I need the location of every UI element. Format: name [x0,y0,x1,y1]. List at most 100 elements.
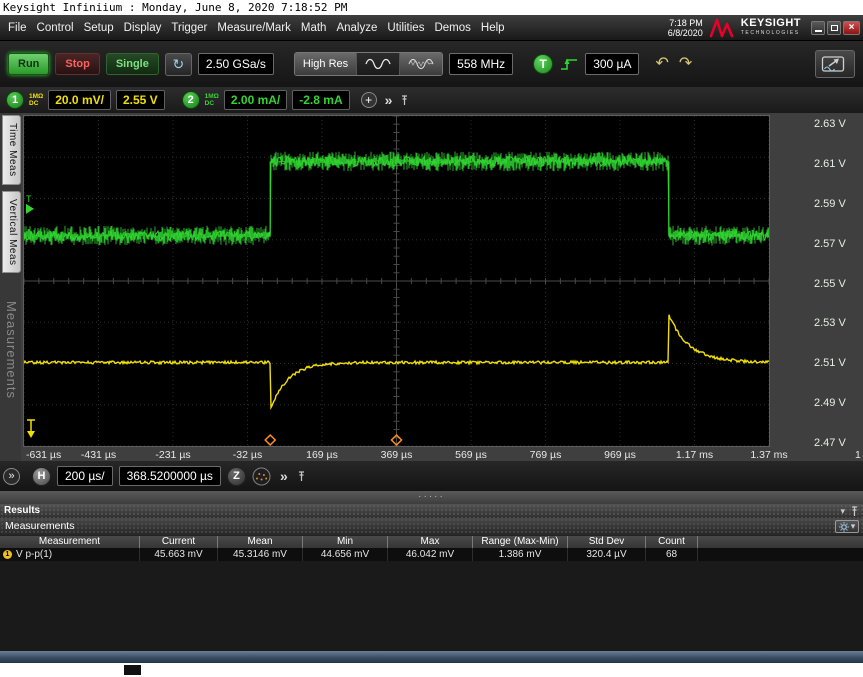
more-chevrons[interactable]: » [277,468,291,484]
column-header-range-max-min[interactable]: Range (Max-Min) [473,536,568,548]
menu-item-display[interactable]: Display [119,22,167,34]
channel1-scale-display[interactable]: 20.0 mV/ [48,90,111,110]
sidebar-tab-vertical-meas[interactable]: Vertical Meas [2,191,21,274]
time-reference-marker [265,435,275,445]
chevron-down-icon: ▾ [851,521,856,532]
stop-button[interactable]: Stop [55,53,99,75]
collapse-icon[interactable]: ▾ [840,504,845,518]
restore-icon [831,25,838,31]
column-header-measurement[interactable]: Measurement [0,536,140,548]
sample-rate-display[interactable]: 2.50 GSa/s [198,53,274,75]
menu-item-setup[interactable]: Setup [79,22,119,34]
close-button[interactable]: × [843,21,860,35]
channel1-coupling[interactable]: 1MΩ DC [29,93,43,107]
smooth-wave-icon [365,56,391,72]
redo-button[interactable]: ↷ [677,56,694,72]
x-axis-label: -631 µs [26,449,61,461]
y-axis-label: 2.61 V [814,158,846,170]
measurements-title: Measurements [5,520,74,532]
column-header-std-dev[interactable]: Std Dev [568,536,646,548]
measurements-table-body: 1V p-p(1)45.663 mV45.3146 mV44.656 mV46.… [0,548,863,561]
refresh-icon: ↻ [172,56,184,73]
keysight-spark-icon [709,18,735,38]
noisy-wave-button[interactable] [400,53,442,75]
menu-item-trigger[interactable]: Trigger [166,22,212,34]
measurement-value: 320.4 µV [568,548,646,561]
menu-item-math[interactable]: Math [296,22,332,34]
add-channel-button[interactable]: + [361,92,377,108]
sample-points-icon[interactable] [252,467,271,486]
x-axis-label: -431 µs [81,449,116,461]
channel-bar: 1 1MΩ DC 20.0 mV/ 2.55 V 2 1MΩ DC 2.00 m… [0,87,863,113]
column-header-min[interactable]: Min [303,536,388,548]
menu-item-control[interactable]: Control [32,22,79,34]
pin-icon[interactable] [400,95,409,106]
measurement-row[interactable]: 1V p-p(1)45.663 mV45.3146 mV44.656 mV46.… [0,548,863,561]
menu-item-file[interactable]: File [3,22,32,34]
more-chevrons[interactable]: » [382,92,396,108]
channel2-coupling[interactable]: 1MΩ DC [205,93,219,107]
channel1-offset-display[interactable]: 2.55 V [116,90,165,110]
results-header[interactable]: Results ▾ [0,504,863,518]
restore-button[interactable] [827,21,841,35]
pin-icon[interactable] [850,506,859,517]
window-title: Keysight Infiniium : Monday, June 8, 202… [0,0,863,15]
pin-icon[interactable] [297,471,306,482]
horizontal-button[interactable]: H [32,467,51,486]
minimize-button[interactable] [811,21,825,35]
measurement-row-filler [698,548,863,561]
y-axis-label: 2.55 V [814,278,846,290]
measurement-name-cell: 1V p-p(1) [0,548,140,561]
menu-item-utilities[interactable]: Utilities [382,22,429,34]
single-button[interactable]: Single [106,53,159,75]
x-axis-label: 369 µs [381,449,413,461]
trigger-edge-icon[interactable] [559,55,579,73]
waveform-display[interactable]: T [24,116,769,446]
horizontal-position-display[interactable]: 368.5200000 µs [119,466,221,486]
column-header-filler [698,536,863,548]
run-button[interactable]: Run [8,53,49,75]
panel-splitter[interactable] [0,491,863,504]
measurements-header[interactable]: Measurements ▾ [0,518,863,535]
y-axis-label: 2.57 V [814,238,846,250]
waveform-canvas: T [24,116,769,446]
x-axis-label: 969 µs [604,449,636,461]
menu-item-analyze[interactable]: Analyze [331,22,382,34]
trigger-level-display[interactable]: 300 µA [585,53,639,75]
channel2-scale-display[interactable]: 2.00 mA/ [224,90,287,110]
y-axis-label: 2.63 V [814,118,846,130]
timebase-display[interactable]: 200 µs/ [57,466,113,486]
trigger-level-label: T [26,194,32,204]
measurement-value: 46.042 mV [388,548,473,561]
trigger-button[interactable]: T [533,54,553,74]
zone-trigger-button[interactable] [815,50,855,78]
clock: 7:18 PM 6/8/2020 [668,18,703,38]
measurement-value: 44.656 mV [303,548,388,561]
acq-mode-button[interactable]: High Res [295,53,357,75]
expand-button[interactable]: » [3,468,20,485]
measurements-settings-button[interactable]: ▾ [835,520,859,533]
sidebar-tab-time-meas[interactable]: Time Meas [2,115,21,185]
y-axis-label: 2.53 V [814,317,846,329]
noisy-wave-icon [408,56,434,72]
column-header-mean[interactable]: Mean [218,536,303,548]
x-axis-label: 169 µs [306,449,338,461]
menu-item-help[interactable]: Help [476,22,510,34]
smooth-wave-button[interactable] [357,53,400,75]
column-header-max[interactable]: Max [388,536,473,548]
bandwidth-display[interactable]: 558 MHz [449,53,513,75]
minimize-icon [815,30,822,32]
channel2-offset-display[interactable]: -2.8 mA [292,90,349,110]
channel2-button[interactable]: 2 [182,91,200,109]
menu-item-demos[interactable]: Demos [429,22,475,34]
acquisition-mode-group: High Res [294,52,443,76]
undo-button[interactable]: ↶ [653,56,670,72]
trigger-level-marker [26,204,34,214]
menu-item-measure-mark[interactable]: Measure/Mark [212,22,296,34]
clear-display-button[interactable]: ↻ [165,53,192,76]
column-header-current[interactable]: Current [140,536,218,548]
zoom-button[interactable]: Z [227,467,246,486]
channel1-button[interactable]: 1 [6,91,24,109]
clock-date: 6/8/2020 [668,28,703,38]
column-header-count[interactable]: Count [646,536,698,548]
